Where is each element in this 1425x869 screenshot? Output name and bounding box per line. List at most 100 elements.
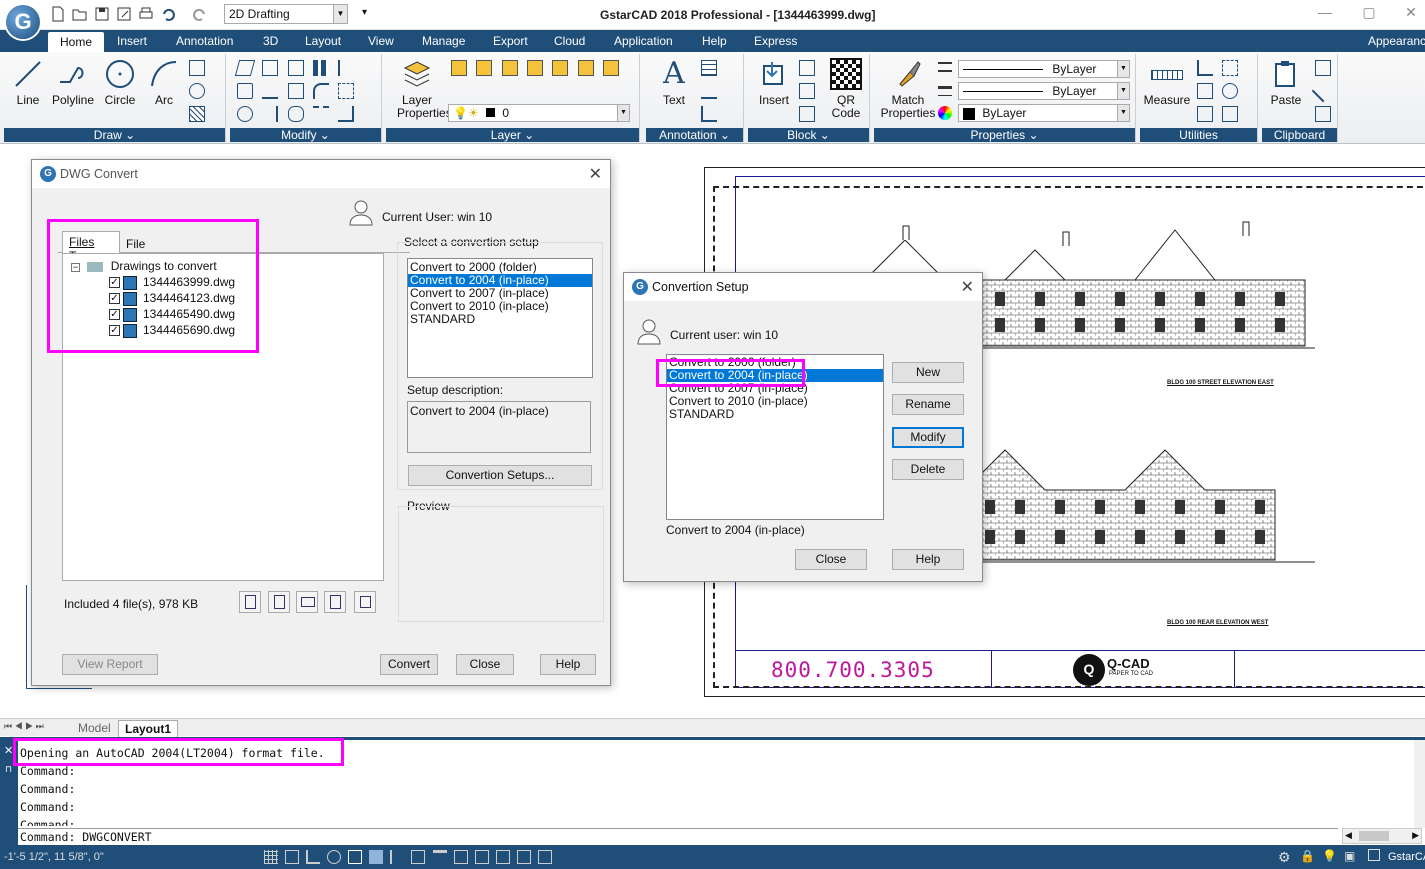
file-checkbox[interactable]: ✓ [109, 325, 120, 337]
first-layout-arrow-icon[interactable]: ⏮ ◀ ▶ ⏭ [4, 721, 44, 732]
grid-display-icon[interactable] [285, 850, 300, 864]
setup-help-button[interactable]: Help [892, 549, 964, 570]
clipboard-panel-title[interactable]: Clipboard [1262, 128, 1337, 142]
delete-setup-button[interactable]: Delete [892, 459, 964, 480]
workspace-select[interactable]: 2D Drafting ▼ [224, 4, 348, 24]
app-logo[interactable]: G [6, 5, 40, 39]
save-icon[interactable] [94, 6, 110, 22]
insert-block-tool[interactable]: Insert [754, 58, 794, 107]
layer-freeze-icon[interactable] [501, 60, 518, 76]
filter-icon[interactable] [1222, 106, 1239, 122]
file-checkbox[interactable]: ✓ [109, 293, 120, 305]
tab-express[interactable]: Express [754, 34, 797, 48]
hatch-icon[interactable] [189, 106, 205, 122]
leader-icon[interactable] [701, 83, 717, 99]
setup-name-item[interactable]: STANDARD [667, 408, 883, 421]
dynamic-input-icon[interactable] [411, 850, 426, 864]
paste-tool[interactable]: Paste [1268, 58, 1304, 107]
copy-base-icon[interactable] [1315, 106, 1331, 122]
line-tool[interactable]: Line [10, 58, 46, 107]
layer-properties-tool[interactable]: Layer Properties [388, 58, 452, 120]
grid-snap-icon[interactable] [264, 850, 278, 864]
convertion-setup-titlebar[interactable]: G Convertion Setup ✕ [624, 273, 982, 301]
ortho-icon[interactable] [306, 850, 321, 864]
match-properties-tool[interactable]: Match Properties [878, 58, 938, 120]
pin-icon[interactable]: ⊓ [5, 764, 12, 775]
stretch-icon[interactable] [262, 83, 279, 99]
tab-annotation[interactable]: Annotation [176, 34, 233, 48]
tab-export[interactable]: Export [493, 34, 528, 48]
tab-insert[interactable]: Insert [117, 34, 147, 48]
tab-appearance[interactable]: Appearance [1368, 34, 1425, 48]
open-sheet-list-button[interactable] [296, 591, 318, 613]
join-icon[interactable] [338, 106, 355, 122]
tree-root[interactable]: − Drawings to convert [71, 258, 217, 274]
convertion-setups-button[interactable]: Convertion Setups... [408, 465, 592, 486]
circle-tool[interactable]: Circle [102, 58, 138, 107]
scroll-right-icon[interactable]: ▶ [1412, 830, 1419, 841]
layer-off-icon[interactable] [451, 60, 467, 76]
erase-icon[interactable] [234, 60, 256, 76]
rename-setup-button[interactable]: Rename [892, 394, 964, 415]
layer-lock-icon[interactable] [527, 60, 544, 76]
modify-setup-button[interactable]: Modify [892, 427, 964, 448]
dynamic-ucs-icon[interactable] [390, 850, 404, 864]
color-dropdown[interactable]: ByLayer ▼ [958, 104, 1130, 122]
layer-match-icon[interactable] [552, 60, 569, 76]
add-sheet-list-button[interactable] [268, 591, 290, 613]
save-as-icon[interactable] [116, 6, 132, 22]
layer-walk-icon[interactable] [603, 60, 620, 76]
break-icon[interactable] [313, 106, 330, 122]
lineweight-toggle-icon[interactable] [432, 850, 447, 864]
create-block-icon[interactable] [799, 60, 815, 76]
layer-isolate-icon[interactable] [476, 60, 493, 76]
tab-file-table[interactable]: File Table [120, 234, 178, 265]
mirror-icon[interactable] [287, 60, 304, 76]
scale-icon[interactable] [287, 83, 304, 99]
polyline-tool[interactable]: Polyline [50, 58, 96, 107]
text-tool[interactable]: A Text [656, 58, 692, 107]
settings-gear-icon[interactable]: ⚙ [1278, 849, 1291, 866]
dimension-icon[interactable] [701, 106, 717, 122]
convertion-setup-close-icon[interactable]: ✕ [961, 277, 974, 297]
append-sheet-list-button[interactable] [324, 591, 346, 613]
tree-file-item[interactable]: ✓ 1344465690.dwg [109, 322, 235, 338]
copy-clip-icon[interactable] [1315, 60, 1331, 76]
close-window-button[interactable]: ✕ [1396, 4, 1425, 24]
redo-icon[interactable] [192, 6, 208, 22]
properties-panel-title[interactable]: Properties ⌄ [874, 128, 1135, 142]
layer-previous-icon[interactable] [577, 60, 594, 76]
vertical-scrollbar[interactable] [1414, 740, 1425, 828]
copy-icon[interactable] [262, 60, 279, 76]
horizontal-scrollbar[interactable]: ◀ ▶ [1342, 828, 1422, 844]
array-icon[interactable] [313, 60, 330, 76]
explode-icon[interactable] [338, 83, 355, 99]
tab-3d[interactable]: 3D [263, 34, 278, 48]
dwg-convert-titlebar[interactable]: G DWG Convert ✕ [32, 160, 610, 188]
close-icon[interactable]: ✕ [4, 744, 13, 757]
file-checkbox[interactable]: ✓ [109, 309, 120, 321]
annotation-scale-icon[interactable] [516, 850, 531, 864]
tree-file-item[interactable]: ✓ 1344465490.dwg [109, 306, 235, 322]
transparency-icon[interactable] [453, 850, 468, 864]
quick-properties-icon[interactable] [474, 850, 489, 864]
selection-cycling-icon[interactable] [495, 850, 510, 864]
tree-file-item[interactable]: ✓ 1344464123.dwg [109, 290, 235, 306]
scroll-thumb[interactable] [1359, 831, 1389, 841]
otrack-icon[interactable] [369, 850, 384, 864]
linetype-dropdown[interactable]: ByLayer ▼ [958, 60, 1130, 78]
annotation-panel-title[interactable]: Annotation ⌄ [646, 128, 743, 142]
isolate-objects-icon[interactable]: 💡 [1322, 849, 1337, 863]
add-file-button[interactable] [239, 591, 261, 613]
dwg-close-button[interactable]: Close [456, 654, 514, 675]
open-file-icon[interactable] [72, 6, 88, 22]
rectangle-icon[interactable] [189, 60, 205, 76]
fillet-icon[interactable] [313, 83, 330, 99]
quick-select-icon[interactable] [1197, 106, 1213, 122]
command-input[interactable]: Command: DWGCONVERT [18, 828, 1338, 845]
align-icon[interactable] [338, 60, 354, 76]
new-file-icon[interactable] [50, 6, 66, 22]
annotation-visibility-icon[interactable] [537, 850, 552, 864]
undo-icon[interactable] [160, 6, 176, 22]
setup-list[interactable]: Convert to 2000 (folder) Convert to 2004… [407, 258, 593, 378]
